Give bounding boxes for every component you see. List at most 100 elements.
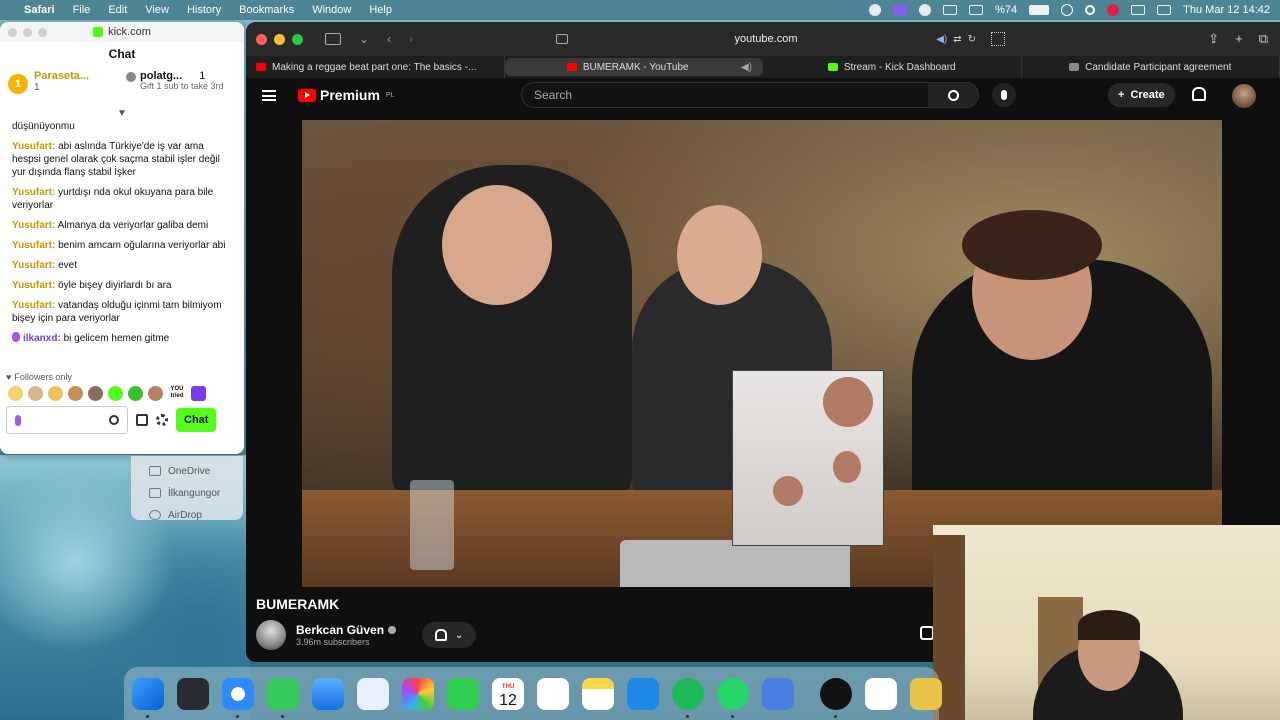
tab-bumeramk[interactable]: BUMERAMK - YouTube ◀) — [504, 58, 763, 76]
menu-icon[interactable] — [262, 89, 276, 101]
search-button[interactable] — [928, 83, 978, 107]
page-menu-icon[interactable] — [556, 34, 568, 44]
obs-icon[interactable] — [820, 677, 852, 718]
siri-icon[interactable] — [1157, 5, 1172, 15]
extensions-grid-icon[interactable] — [991, 32, 1005, 46]
channel-avatar[interactable] — [256, 620, 286, 650]
tab-audio-icon[interactable]: ◀) — [741, 62, 752, 73]
spotlight-icon[interactable] — [1085, 5, 1096, 15]
gear-icon[interactable] — [156, 414, 168, 426]
share-icon[interactable]: ⇪ — [1208, 31, 1219, 47]
notes-icon[interactable] — [582, 677, 614, 710]
xcode-tools-icon[interactable] — [627, 677, 659, 710]
chat-input[interactable] — [6, 406, 128, 434]
kick-titlebar[interactable]: kick.com — [0, 22, 244, 42]
video-player[interactable] — [302, 120, 1222, 587]
message-user[interactable]: Yusufart: — [12, 240, 55, 251]
address-bar[interactable]: youtube.com ◀) ⇄ ↻ — [546, 28, 986, 50]
control-center-icon[interactable] — [1131, 5, 1146, 15]
wifi-icon[interactable] — [1061, 4, 1074, 16]
sidebar-item-airdrop[interactable]: AirDrop — [131, 504, 243, 526]
search-bar[interactable]: Search — [521, 82, 979, 108]
menu-window[interactable]: Window — [312, 4, 351, 16]
translate-icon[interactable]: ⇄ — [953, 34, 961, 45]
minimize-button[interactable] — [274, 33, 285, 45]
message-user[interactable]: ilkanxd: — [23, 333, 61, 344]
menu-file[interactable]: File — [73, 4, 91, 16]
leader-first[interactable]: 1 Paraseta... 1 — [8, 70, 118, 94]
emote-icon[interactable] — [68, 385, 83, 401]
audio-icon[interactable]: ◀) — [936, 34, 947, 45]
leader-second[interactable]: polatg... 1 Gift 1 sub to take 3rd — [126, 70, 224, 91]
voice-search-button[interactable] — [992, 83, 1016, 107]
zoom-button[interactable] — [38, 28, 47, 37]
calendar-icon[interactable]: THU 12 — [492, 677, 524, 710]
tab-reggae[interactable]: Making a reggae beat part one: The basic… — [246, 56, 505, 78]
media-control-icon[interactable] — [919, 4, 932, 16]
minimize-button[interactable] — [23, 28, 32, 37]
mail-icon[interactable] — [312, 677, 344, 710]
mirroring-icon[interactable] — [943, 5, 958, 15]
message-user[interactable]: Yusufart: — [12, 280, 55, 291]
gift-box-icon[interactable] — [136, 414, 148, 426]
battery-icon[interactable] — [1029, 5, 1050, 15]
app-icon[interactable] — [865, 677, 897, 710]
close-button[interactable] — [256, 33, 267, 45]
menu-bookmarks[interactable]: Bookmarks — [239, 4, 294, 16]
obs-status-icon[interactable] — [869, 4, 882, 16]
emote-icon[interactable] — [8, 385, 23, 401]
emote-icon[interactable] — [108, 385, 123, 401]
message-user[interactable]: Yusufart: — [12, 300, 55, 311]
emote-icon[interactable] — [191, 385, 206, 401]
files-icon[interactable] — [762, 677, 794, 710]
emote-icon[interactable] — [128, 385, 143, 401]
message-user[interactable]: Yusufart: — [12, 141, 55, 152]
display-icon[interactable] — [969, 5, 984, 15]
message-user[interactable]: Yusufart: — [12, 220, 55, 231]
forward-button[interactable]: › — [409, 32, 413, 46]
create-button[interactable]: + Create — [1108, 83, 1175, 107]
emote-icon[interactable] — [148, 385, 163, 401]
emote-icon[interactable] — [48, 385, 63, 401]
emote-icon[interactable] — [28, 385, 43, 401]
channel-name[interactable]: Berkcan Güven — [296, 623, 384, 637]
sidebar-item-home[interactable]: İlkangungor — [131, 482, 243, 504]
menu-help[interactable]: Help — [369, 4, 392, 16]
like-icon[interactable] — [920, 626, 934, 640]
app-store-icon[interactable] — [357, 677, 389, 710]
chat-send-button[interactable]: Chat — [176, 408, 217, 432]
message-user[interactable]: Yusufart: — [12, 260, 55, 271]
youtube-logo[interactable]: Premium PL — [298, 87, 394, 103]
collapse-arrow-icon[interactable]: ▼ — [0, 109, 244, 119]
sidebar-toggle-icon[interactable] — [325, 33, 341, 45]
sidebar-item-onedrive[interactable]: OneDrive — [131, 460, 243, 482]
emote-icon[interactable] — [88, 385, 103, 401]
notifications-bell-icon[interactable] — [1192, 87, 1206, 101]
photos-icon[interactable] — [402, 677, 434, 710]
menu-view[interactable]: View — [145, 4, 169, 16]
emote-you-tried[interactable]: YOU tried — [168, 386, 186, 401]
tab-overview-icon[interactable]: ⧉ — [1259, 31, 1268, 47]
reminders-icon[interactable] — [537, 677, 569, 710]
zoom-button[interactable] — [292, 33, 303, 45]
menu-history[interactable]: History — [187, 4, 221, 16]
menu-app-name[interactable]: Safari — [24, 4, 55, 16]
menu-edit[interactable]: Edit — [108, 4, 127, 16]
subscribed-button[interactable]: ⌄ — [422, 622, 477, 648]
account-avatar[interactable] — [1232, 84, 1256, 108]
new-tab-icon[interactable]: + — [1235, 31, 1243, 47]
whatsapp-icon[interactable] — [717, 677, 749, 718]
message-user[interactable]: Yusufart: — [12, 187, 55, 198]
launchpad-icon[interactable] — [177, 677, 209, 710]
user-icon[interactable] — [1107, 4, 1120, 16]
spotify-icon[interactable] — [672, 677, 704, 718]
back-button[interactable]: ‹ — [387, 32, 391, 46]
reload-icon[interactable]: ↻ — [968, 34, 976, 45]
screen-record-icon[interactable] — [893, 5, 908, 15]
facetime-icon[interactable] — [447, 677, 479, 710]
search-input[interactable]: Search — [522, 88, 928, 102]
tab-kick-dashboard[interactable]: Stream - Kick Dashboard — [763, 56, 1022, 78]
chevron-down-icon[interactable]: ⌄ — [359, 32, 369, 46]
messages-icon[interactable] — [267, 677, 299, 718]
safari-icon[interactable] — [222, 677, 254, 718]
